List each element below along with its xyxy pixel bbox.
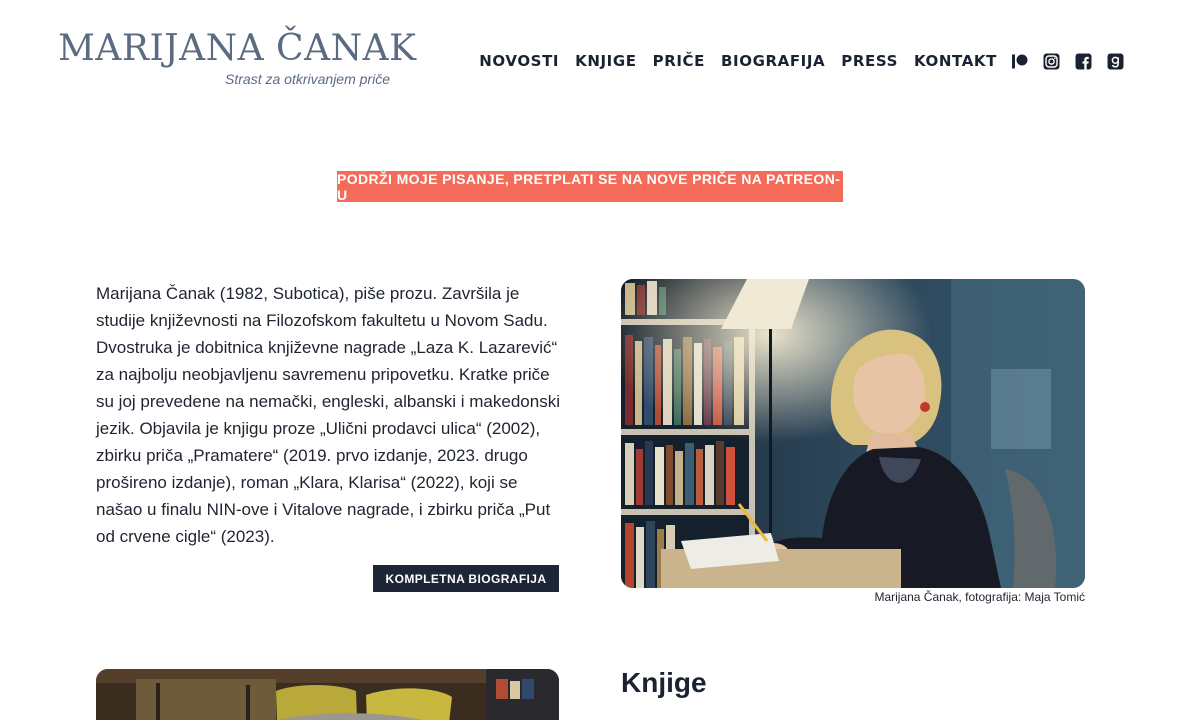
books-section-title: Knjige (621, 667, 707, 698)
instagram-icon[interactable] (1043, 53, 1060, 70)
site-logo[interactable]: MARIJANA ČANAK Strast za otkrivanjem pri… (58, 28, 416, 87)
nav-item-price[interactable]: PRIČE (653, 50, 705, 72)
nav-item-biografija[interactable]: BIOGRAFIJA (721, 50, 825, 72)
patreon-icon[interactable] (1011, 53, 1028, 70)
nav-item-press[interactable]: PRESS (841, 50, 898, 72)
bio-text: Marijana Čanak (1982, Subotica), piše pr… (96, 284, 560, 546)
books-photo (96, 669, 559, 720)
full-biography-button[interactable]: KOMPLETNA BIOGRAFIJA (373, 565, 559, 592)
facebook-icon[interactable] (1075, 53, 1092, 70)
logo-tagline: Strast za otkrivanjem priče (225, 71, 390, 87)
nav-item-novosti[interactable]: NOVOSTI (479, 50, 559, 72)
photo-caption: Marijana Čanak, fotografija: Maja Tomić (874, 590, 1085, 604)
nav-item-kontakt[interactable]: KONTAKT (914, 50, 997, 72)
main-nav: NOVOSTI KNJIGE PRIČE BIOGRAFIJA PRESS KO… (463, 50, 1124, 72)
goodreads-icon[interactable] (1107, 53, 1124, 70)
nav-item-knjige[interactable]: KNJIGE (575, 50, 637, 72)
author-photo (621, 279, 1085, 588)
social-icons (1011, 53, 1124, 70)
logo-title[interactable]: MARIJANA ČANAK (58, 28, 416, 70)
patreon-support-button[interactable]: PODRŽI MOJE PISANJE, PRETPLATI SE NA NOV… (337, 171, 843, 203)
